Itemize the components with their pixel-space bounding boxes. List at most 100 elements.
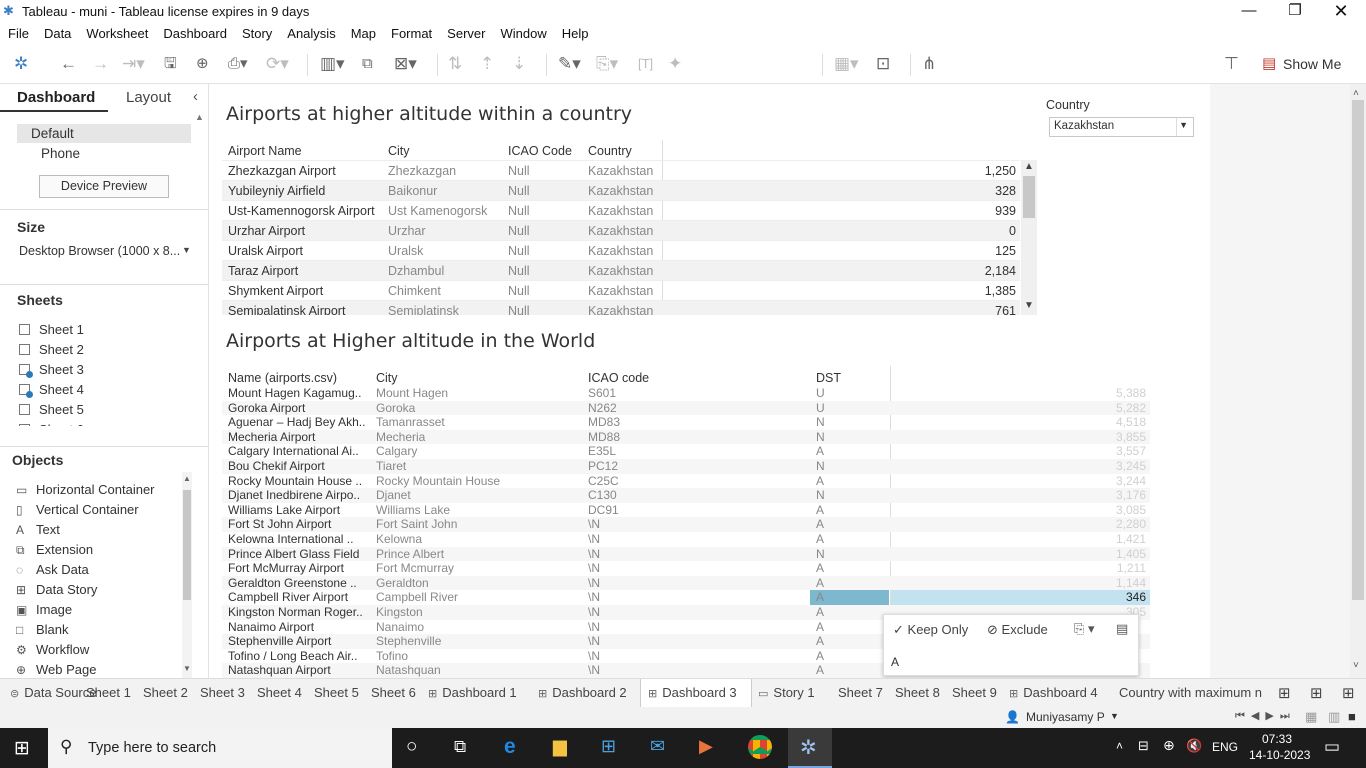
- table1-row[interactable]: Urzhar Airport Urzhar Null Kazakhstan 0: [222, 220, 1020, 240]
- show-cards-icon[interactable]: ▦▾: [834, 52, 859, 76]
- device-preview-button[interactable]: Device Preview: [39, 175, 169, 198]
- table2-row[interactable]: Mount Hagen Kagamug.. Mount Hagen S601 U 5,3…: [222, 386, 1150, 401]
- object-extension[interactable]: ⧉ Extension: [16, 542, 93, 558]
- show-filmstrip-icon[interactable]: ▥: [1328, 709, 1340, 725]
- volume-muted-icon[interactable]: 🔇: [1186, 738, 1202, 754]
- tab-dashboard-4[interactable]: ⊞ Dashboard 4: [1009, 685, 1098, 700]
- tab-dashboard-2[interactable]: ⊞ Dashboard 2: [538, 685, 627, 700]
- table1-row[interactable]: Zhezkazgan Airport Zhezkazgan Null Kazakhst…: [222, 160, 1020, 180]
- object-horizontal-container[interactable]: ▭ Horizontal Container: [16, 482, 155, 497]
- menu-analysis[interactable]: Analysis: [279, 23, 342, 41]
- collapse-panel-icon[interactable]: ‹: [193, 88, 198, 105]
- table1-row[interactable]: Semipalatinsk Airport Semiplatinsk Null Kaz…: [222, 300, 1020, 315]
- tab-dashboard-1[interactable]: ⊞ Dashboard 1: [428, 685, 517, 700]
- refresh-icon[interactable]: ⟳▾: [266, 52, 289, 76]
- tab-sheet-9[interactable]: Sheet 9: [952, 685, 997, 700]
- tab-story-1[interactable]: ▭ Story 1: [758, 685, 815, 700]
- tab-sheet-2[interactable]: Sheet 2: [143, 685, 188, 700]
- sheet-list-item[interactable]: Sheet 2: [19, 342, 84, 357]
- new-worksheet-icon[interactable]: ▥▾: [320, 52, 345, 76]
- sort-descending-icon[interactable]: ⇣: [512, 52, 526, 76]
- table2-header-name[interactable]: Name (airports.csv): [228, 371, 337, 385]
- presentation-mode-icon[interactable]: ⊡: [876, 52, 890, 76]
- mail-icon[interactable]: ✉: [650, 736, 665, 757]
- menu-map[interactable]: Map: [343, 23, 383, 41]
- table1-row[interactable]: Shymkent Airport Chimkent Null Kazakhstan 1,…: [222, 280, 1020, 300]
- undo-icon[interactable]: ←: [60, 52, 77, 76]
- menu-data[interactable]: Data: [36, 23, 78, 41]
- show-me-label[interactable]: Show Me: [1283, 52, 1341, 76]
- sheet-nav-icons[interactable]: ⏮◀▶⏭: [1235, 709, 1296, 723]
- table1-row[interactable]: Yubileyniy Airfield Baikonur Null Kazakhsta…: [222, 180, 1020, 200]
- table2-row[interactable]: Campbell River Airport Campbell River \N A 3…: [222, 590, 1150, 605]
- clear-sheet-icon[interactable]: ⊠▾: [394, 52, 417, 76]
- show-tabs-icon[interactable]: ■: [1348, 709, 1356, 724]
- altitude-cell-selected[interactable]: [891, 590, 1150, 605]
- table2-row[interactable]: Fort McMurray Airport Fort Mcmurray \N A 1,2…: [222, 561, 1150, 576]
- restore-button[interactable]: ❐: [1272, 0, 1318, 23]
- save-icon[interactable]: 🖫: [164, 52, 177, 76]
- tab-sheet-6[interactable]: Sheet 6: [371, 685, 416, 700]
- object-text[interactable]: A Text: [16, 522, 60, 537]
- sheet-list-item[interactable]: Sheet 6: [19, 422, 84, 426]
- scroll-up-icon[interactable]: ▲: [195, 112, 204, 122]
- tab-data-source[interactable]: ⊜ Data Source: [10, 685, 96, 700]
- tableau-taskbar-button[interactable]: ✲: [788, 728, 832, 768]
- tab-country-with-maximum-n[interactable]: Country with maximum n: [1119, 685, 1262, 700]
- tab-dashboard-3[interactable]: ⊞ Dashboard 3: [640, 679, 752, 708]
- fix-axes-icon[interactable]: ✦: [668, 52, 682, 76]
- sort-ascending-icon[interactable]: ⇡: [480, 52, 494, 76]
- table1-header-icao[interactable]: ICAO Code: [508, 144, 572, 158]
- redo-icon[interactable]: →: [92, 52, 109, 76]
- duplicate-icon[interactable]: ⧉: [362, 52, 373, 76]
- objects-scrollbar[interactable]: ▲ ▼: [182, 472, 192, 678]
- show-me-icon[interactable]: ▤: [1262, 52, 1276, 76]
- table2-row[interactable]: Djanet Inedbirene Airpo.. Djanet C130 N 3,17…: [222, 488, 1150, 503]
- country-filter-dropdown[interactable]: Kazakhstan ▼: [1049, 117, 1194, 137]
- tab-sheet-4[interactable]: Sheet 4: [257, 685, 302, 700]
- tab-sheet-1[interactable]: Sheet 1: [86, 685, 131, 700]
- task-view-icon[interactable]: ⧉: [454, 737, 466, 757]
- table2-header-city[interactable]: City: [376, 371, 398, 385]
- menu-file[interactable]: File: [0, 23, 36, 41]
- menu-help[interactable]: Help: [554, 23, 596, 41]
- new-data-source-icon[interactable]: ⊕: [196, 52, 209, 76]
- table2-row[interactable]: Kelowna International .. Kelowna \N A 1,421: [222, 532, 1150, 547]
- table1-row[interactable]: Taraz Airport Dzhambul Null Kazakhstan 2,184: [222, 260, 1020, 280]
- menu-window[interactable]: Window: [492, 23, 553, 41]
- keep-only-button[interactable]: ✓ Keep Only: [893, 622, 968, 638]
- object-workflow[interactable]: ⚙ Workflow: [16, 642, 89, 657]
- menu-server[interactable]: Server: [439, 23, 492, 41]
- table2-row[interactable]: Williams Lake Airport Williams Lake DC91 A 3…: [222, 503, 1150, 518]
- size-dropdown[interactable]: Desktop Browser (1000 x 8...: [19, 244, 180, 258]
- size-dropdown-arrow-icon[interactable]: ▼: [182, 245, 191, 255]
- globe-icon[interactable]: ⊕: [1163, 737, 1175, 754]
- new-story-tab-icon[interactable]: ⊞: [1342, 684, 1355, 702]
- sheet-list-item[interactable]: Sheet 4: [19, 382, 84, 398]
- table2-row[interactable]: Fort St John Airport Fort Saint John \N A 2,…: [222, 517, 1150, 532]
- menu-dashboard[interactable]: Dashboard: [155, 23, 234, 41]
- cortana-icon[interactable]: ○: [406, 736, 417, 758]
- table2-row[interactable]: Rocky Mountain House .. Rocky Mountain Ho…: [222, 474, 1150, 489]
- tableau-logo-icon[interactable]: ✲: [14, 52, 28, 76]
- object-blank[interactable]: □ Blank: [16, 622, 69, 637]
- highlight-icon[interactable]: ✎▾: [558, 52, 581, 76]
- tab-sheet-5[interactable]: Sheet 5: [314, 685, 359, 700]
- menu-story[interactable]: Story: [234, 23, 279, 41]
- swap-icon[interactable]: ⇅: [448, 52, 462, 76]
- group-icon[interactable]: ⎘▾: [596, 52, 618, 76]
- edge-icon[interactable]: e: [504, 735, 516, 759]
- table1-header-city[interactable]: City: [388, 144, 410, 158]
- table2-row[interactable]: Calgary International Ai.. Calgary E35L A 3,…: [222, 444, 1150, 459]
- table1-header-airport[interactable]: Airport Name: [228, 144, 302, 158]
- format-painter-icon[interactable]: ⊤: [1224, 52, 1239, 76]
- tab-sheet-8[interactable]: Sheet 8: [895, 685, 940, 700]
- object-data-story[interactable]: ⊞ Data Story: [16, 582, 97, 597]
- user-name[interactable]: Muniyasamy P: [1026, 710, 1105, 724]
- new-dashboard-tab-icon[interactable]: ⊞: [1310, 684, 1323, 702]
- tab-sheet-7[interactable]: Sheet 7: [838, 685, 883, 700]
- menu-format[interactable]: Format: [383, 23, 439, 41]
- table1-scrollbar[interactable]: ▲ ▼: [1021, 160, 1037, 315]
- object-web-page[interactable]: ⊕ Web Page: [16, 662, 96, 677]
- sheet-list-item[interactable]: Sheet 3: [19, 362, 84, 378]
